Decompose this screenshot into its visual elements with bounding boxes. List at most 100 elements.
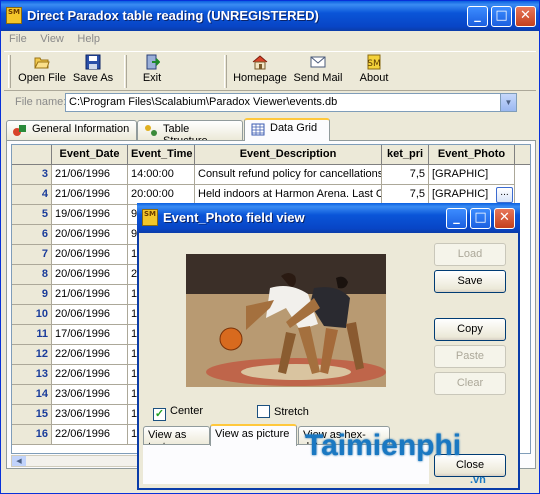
save-as-button[interactable]: Save As [71, 54, 115, 90]
save-button[interactable]: Save [434, 270, 506, 293]
svg-text:SM: SM [367, 59, 380, 69]
row-number: 8 [12, 265, 52, 285]
maximize-button[interactable]: □ [491, 6, 512, 27]
cell-event-date[interactable]: 20/06/1996 [52, 225, 128, 245]
tab-data-grid[interactable]: Data Grid [244, 118, 330, 141]
minimize-button[interactable]: _ [467, 6, 488, 27]
menu-view[interactable]: View [35, 31, 69, 47]
cell-event-photo[interactable]: [GRAPHIC] [429, 165, 515, 185]
menu-bar: File View Help [4, 31, 538, 49]
row-number: 6 [12, 225, 52, 245]
stretch-checkbox[interactable]: Stretch [257, 405, 309, 418]
cell-event-date[interactable]: 23/06/1996 [52, 385, 128, 405]
send-mail-label: Send Mail [293, 72, 343, 84]
row-number: 16 [12, 425, 52, 445]
file-name-combo[interactable]: C:\Program Files\Scalabium\Paradox Viewe… [65, 93, 517, 112]
main-tabs: General Information Table Structure Data… [6, 118, 536, 147]
cell-event-description[interactable]: Held indoors at Harmon Arena. Last C [195, 185, 382, 205]
cell-event-date[interactable]: 22/06/1996 [52, 365, 128, 385]
column-header-event-photo[interactable]: Event_Photo [429, 145, 515, 165]
row-number: 12 [12, 345, 52, 365]
cell-event-time[interactable]: 20:00:00 [128, 185, 195, 205]
table-row[interactable]: 4 21/06/1996 20:00:00 Held indoors at Harmo… [12, 185, 515, 205]
row-number: 10 [12, 305, 52, 325]
about-label: About [359, 72, 389, 84]
toolbar-separator-2 [224, 55, 227, 88]
cell-event-date[interactable]: 22/06/1996 [52, 345, 128, 365]
shapes-icon [13, 125, 26, 136]
toolbar-grip[interactable] [8, 55, 11, 88]
cell-event-date[interactable]: 23/06/1996 [52, 405, 128, 425]
stretch-label: Stretch [274, 406, 309, 418]
tab-view-as-picture[interactable]: View as picture [210, 424, 297, 446]
ellipsis-button[interactable]: ... [496, 187, 513, 203]
center-checkbox[interactable]: ✓ Center [153, 405, 203, 421]
row-number: 13 [12, 365, 52, 385]
main-title-bar[interactable]: SM Direct Paradox table reading (UNREGIS… [1, 1, 539, 31]
homepage-label: Homepage [233, 72, 287, 84]
cell-event-date[interactable]: 21/06/1996 [52, 285, 128, 305]
row-number: 14 [12, 385, 52, 405]
column-header-event-description[interactable]: Event_Description [195, 145, 382, 165]
open-folder-icon [34, 57, 50, 69]
cell-ticket-price[interactable]: 7,5 [382, 185, 429, 205]
row-number: 15 [12, 405, 52, 425]
app-icon: SM [6, 7, 22, 24]
menu-file[interactable]: File [4, 31, 32, 47]
watermark-domain: .vn [470, 474, 486, 486]
chevron-down-icon[interactable]: ▼ [500, 94, 516, 111]
dialog-minimize-button[interactable]: _ [446, 208, 467, 229]
cell-event-date[interactable]: 17/06/1996 [52, 325, 128, 345]
open-file-button[interactable]: Open File [17, 54, 67, 90]
menu-help[interactable]: Help [72, 31, 105, 47]
column-header-event-date[interactable]: Event_Date [52, 145, 128, 165]
cell-event-date[interactable]: 22/06/1996 [52, 425, 128, 445]
row-number: 5 [12, 205, 52, 225]
column-header-event-time[interactable]: Event_Time [128, 145, 195, 165]
grid-vscroll-top[interactable] [515, 145, 530, 165]
cell-event-date[interactable]: 20/06/1996 [52, 245, 128, 265]
copy-button[interactable]: Copy [434, 318, 506, 341]
scroll-left-icon[interactable]: ◀ [12, 456, 26, 466]
tab-general-information[interactable]: General Information [6, 120, 137, 140]
center-label: Center [170, 405, 204, 417]
column-header-ticket-price[interactable]: ket_pri [382, 145, 429, 165]
dialog-title-bar[interactable]: SM Event_Photo field view _ □ ✕ [137, 203, 520, 233]
row-number: 7 [12, 245, 52, 265]
cell-ticket-price[interactable]: 7,5 [382, 165, 429, 185]
open-file-label: Open File [18, 72, 66, 84]
exit-label: Exit [142, 72, 162, 84]
cell-event-date[interactable]: 19/06/1996 [52, 205, 128, 225]
toolbar: Open File Save As Exit Homepage Send Mai… [4, 51, 536, 91]
watermark-logo: Taimienphi [305, 429, 461, 463]
cell-event-date[interactable]: 20/06/1996 [52, 265, 128, 285]
window-title: Direct Paradox table reading (UNREGISTER… [27, 8, 319, 23]
close-button[interactable]: ✕ [515, 6, 536, 27]
clear-button[interactable]: Clear [434, 372, 506, 395]
dialog-close-button[interactable]: ✕ [494, 208, 515, 229]
exit-button[interactable]: Exit [134, 54, 170, 90]
mail-envelope-icon [310, 56, 326, 68]
floppy-disk-icon [85, 54, 101, 70]
about-info-icon: SM [367, 54, 381, 70]
structure-icon [145, 125, 157, 136]
horizontal-scrollbar[interactable]: ◀ [11, 455, 141, 467]
load-button[interactable]: Load [434, 243, 506, 266]
cell-event-date[interactable]: 21/06/1996 [52, 165, 128, 185]
paste-button[interactable]: Paste [434, 345, 506, 368]
cell-event-description[interactable]: Consult refund policy for cancellations [195, 165, 382, 185]
file-name-value: C:\Program Files\Scalabium\Paradox Viewe… [69, 96, 338, 108]
grid-corner [12, 145, 52, 165]
tab-table-structure[interactable]: Table Structure [137, 120, 243, 147]
dialog-maximize-button[interactable]: □ [470, 208, 491, 229]
cell-event-date[interactable]: 20/06/1996 [52, 305, 128, 325]
send-mail-button[interactable]: Send Mail [293, 54, 343, 90]
cell-event-time[interactable]: 14:00:00 [128, 165, 195, 185]
table-row[interactable]: 3 21/06/1996 14:00:00 Consult refund policy… [12, 165, 515, 185]
dialog-title: Event_Photo field view [163, 210, 305, 225]
row-number: 4 [12, 185, 52, 205]
cell-event-date[interactable]: 21/06/1996 [52, 185, 128, 205]
homepage-button[interactable]: Homepage [232, 54, 288, 90]
tab-view-as-text[interactable]: View as text [143, 426, 210, 453]
about-button[interactable]: SM About [354, 54, 394, 90]
